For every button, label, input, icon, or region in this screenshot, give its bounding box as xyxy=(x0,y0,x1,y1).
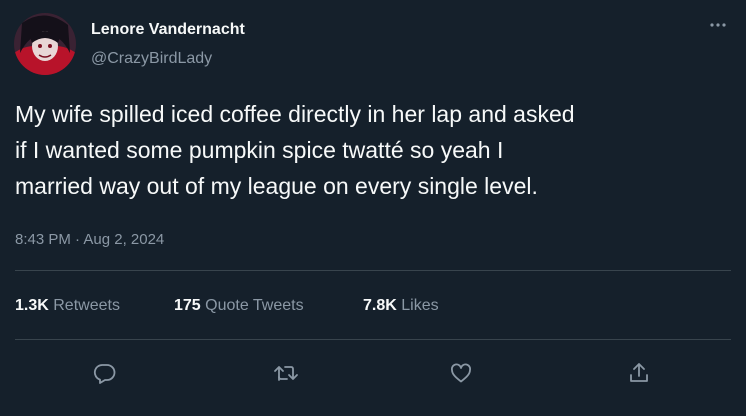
author-handle[interactable]: @CrazyBirdLady xyxy=(91,50,212,68)
avatar[interactable] xyxy=(14,13,76,75)
retweet-icon[interactable] xyxy=(268,355,304,391)
quote-tweets-count: 175 xyxy=(174,297,201,314)
more-options-icon[interactable] xyxy=(706,15,730,35)
likes-label: Likes xyxy=(401,297,439,314)
likes-stat[interactable]: 7.8K Likes xyxy=(363,297,439,315)
like-icon[interactable] xyxy=(443,355,479,391)
quote-tweets-label: Quote Tweets xyxy=(205,297,304,314)
divider xyxy=(15,339,731,340)
tweet-text-line: if I wanted some pumpkin spice twatté so… xyxy=(15,137,504,163)
tweet-detail: Lenore Vandernacht @CrazyBirdLady My wif… xyxy=(0,0,746,416)
retweets-stat[interactable]: 1.3K Retweets xyxy=(15,297,120,315)
reply-icon[interactable] xyxy=(87,355,123,391)
share-icon[interactable] xyxy=(621,355,657,391)
author-display-name[interactable]: Lenore Vandernacht xyxy=(91,21,245,39)
divider xyxy=(15,270,731,271)
tweet-timestamp[interactable]: 8:43 PM · Aug 2, 2024 xyxy=(15,231,164,248)
tweet-text: My wife spilled iced coffee directly in … xyxy=(15,96,735,204)
tweet-text-line: My wife spilled iced coffee directly in … xyxy=(15,101,575,127)
likes-count: 7.8K xyxy=(363,297,397,314)
retweets-count: 1.3K xyxy=(15,297,49,314)
quote-tweets-stat[interactable]: 175 Quote Tweets xyxy=(174,297,304,315)
tweet-text-line: married way out of my league on every si… xyxy=(15,173,538,199)
retweets-label: Retweets xyxy=(53,297,120,314)
